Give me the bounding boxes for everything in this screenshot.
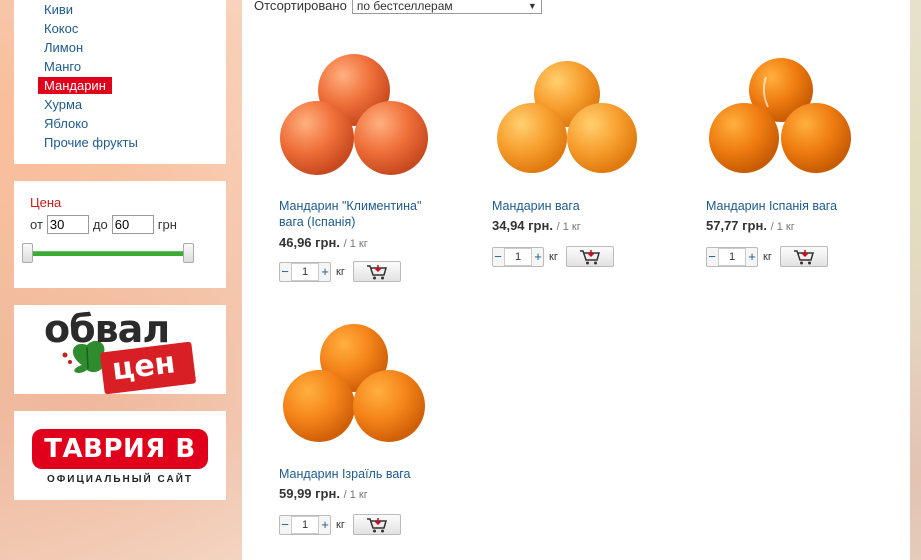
quantity-stepper[interactable]: − 1 + <box>492 246 544 267</box>
quantity-unit: кг <box>549 250 558 263</box>
quantity-unit: кг <box>336 518 345 531</box>
price-range-row: от до грн <box>30 215 177 234</box>
product-name-link[interactable]: Мандарин Іспанія вага <box>706 198 871 214</box>
slider-handle-max[interactable] <box>183 243 194 263</box>
category-panel: Киви Кокос Лимон Манго Мандарин Хурма Яб… <box>14 0 226 164</box>
product-name-link[interactable]: Мандарин Ізраїль вага <box>279 466 444 482</box>
quantity-input[interactable]: 1 <box>718 247 746 266</box>
price-filter-panel: Цена от до грн <box>14 181 226 288</box>
quantity-row: − 1 + кг <box>279 514 401 535</box>
product-listing: Отсортировано по бестселлерам ▼ Мандарин… <box>242 0 910 560</box>
decrement-button[interactable]: − <box>707 248 717 266</box>
category-link[interactable]: Хурма <box>38 95 88 114</box>
increment-button[interactable]: + <box>533 248 543 266</box>
sort-label: Отсортировано <box>254 0 347 13</box>
slider-track <box>28 251 188 256</box>
price-unit: / 1 кг <box>770 221 795 233</box>
obval-text: обвал <box>44 307 170 351</box>
quantity-stepper[interactable]: − 1 + <box>279 514 331 535</box>
tavria-subtitle: ОФИЦИАЛЬНЫЙ САЙТ <box>46 474 193 485</box>
price-unit: / 1 кг <box>556 221 581 233</box>
category-link[interactable]: Манго <box>38 57 87 76</box>
price-unit: / 1 кг <box>343 238 368 250</box>
product-price: 57,77 грн. / 1 кг <box>706 218 795 233</box>
quantity-unit: кг <box>763 250 772 263</box>
obval-cen-banner[interactable]: обвал цен <box>14 305 226 394</box>
decrement-button[interactable]: − <box>280 516 290 534</box>
category-link[interactable]: Киви <box>38 0 79 19</box>
category-link-active[interactable]: Мандарин <box>38 77 112 94</box>
price-value: 34,94 грн. <box>492 218 553 233</box>
product-image[interactable] <box>492 52 642 177</box>
price-from-label: от <box>30 217 43 232</box>
price-filter-title: Цена <box>30 195 62 210</box>
category-link[interactable]: Яблоко <box>38 114 94 133</box>
product-price: 59,99 грн. / 1 кг <box>279 486 368 501</box>
increment-button[interactable]: + <box>747 248 757 266</box>
add-to-cart-button[interactable] <box>352 261 401 282</box>
sort-bar: Отсортировано по бестселлерам ▼ <box>254 0 542 14</box>
product-name-link[interactable]: Мандарин вага <box>492 198 657 214</box>
quantity-input[interactable]: 1 <box>504 247 532 266</box>
category-item-apple[interactable]: Яблоко <box>44 114 144 133</box>
product-name-link[interactable]: Мандарин "Климентина" вага (Іспанія) <box>279 198 444 230</box>
category-item-other-fruits[interactable]: Прочие фрукты <box>44 133 144 152</box>
product-image[interactable] <box>706 52 856 177</box>
quantity-row: − 1 + кг <box>492 246 614 267</box>
category-link[interactable]: Лимон <box>38 38 89 57</box>
quantity-row: − 1 + кг <box>706 246 828 267</box>
quantity-unit: кг <box>336 265 345 278</box>
sort-select-value: по бестселлерам <box>356 0 453 13</box>
product-price: 34,94 грн. / 1 кг <box>492 218 581 233</box>
quantity-stepper[interactable]: − 1 + <box>279 261 331 282</box>
category-list: Киви Кокос Лимон Манго Мандарин Хурма Яб… <box>38 0 144 152</box>
price-value: 57,77 грн. <box>706 218 767 233</box>
product-image[interactable] <box>279 52 429 177</box>
category-item-coconut[interactable]: Кокос <box>44 19 144 38</box>
quantity-row: − 1 + кг <box>279 261 401 282</box>
price-unit: / 1 кг <box>343 489 368 501</box>
category-item-mango[interactable]: Манго <box>44 57 144 76</box>
price-value: 59,99 грн. <box>279 486 340 501</box>
cart-icon <box>366 264 387 279</box>
increment-button[interactable]: + <box>320 263 330 281</box>
product-image[interactable] <box>279 320 429 445</box>
quantity-input[interactable]: 1 <box>291 262 319 281</box>
add-to-cart-button[interactable] <box>779 246 828 267</box>
quantity-input[interactable]: 1 <box>291 515 319 534</box>
product-price: 46,96 грн. / 1 кг <box>279 235 368 250</box>
cart-icon <box>793 249 814 264</box>
decrement-button[interactable]: − <box>280 263 290 281</box>
price-to-label: до <box>92 217 108 232</box>
category-item-lemon[interactable]: Лимон <box>44 38 144 57</box>
slider-handle-min[interactable] <box>22 243 33 263</box>
decrement-button[interactable]: − <box>493 248 503 266</box>
sort-select[interactable]: по бестселлерам ▼ <box>351 0 542 14</box>
increment-button[interactable]: + <box>320 516 330 534</box>
category-item-kiwi[interactable]: Киви <box>44 0 144 19</box>
category-link[interactable]: Прочие фрукты <box>38 133 144 152</box>
dropdown-arrow-icon: ▼ <box>527 1 537 11</box>
price-range-slider[interactable] <box>22 243 194 263</box>
cart-icon <box>579 249 600 264</box>
price-to-input[interactable] <box>111 215 154 234</box>
price-currency-label: грн <box>157 217 177 232</box>
category-item-persimmon[interactable]: Хурма <box>44 95 144 114</box>
add-to-cart-button[interactable] <box>352 514 401 535</box>
tavria-logo: ТАВРИЯ В <box>32 429 208 469</box>
quantity-stepper[interactable]: − 1 + <box>706 246 758 267</box>
tavria-banner[interactable]: ТАВРИЯ В ОФИЦИАЛЬНЫЙ САЙТ <box>14 411 226 500</box>
add-to-cart-button[interactable] <box>565 246 614 267</box>
cart-icon <box>366 517 387 532</box>
category-item-mandarin[interactable]: Мандарин <box>38 76 144 95</box>
sidebar: Киви Кокос Лимон Манго Мандарин Хурма Яб… <box>0 0 242 560</box>
price-value: 46,96 грн. <box>279 235 340 250</box>
price-from-input[interactable] <box>46 215 89 234</box>
category-link[interactable]: Кокос <box>38 19 84 38</box>
